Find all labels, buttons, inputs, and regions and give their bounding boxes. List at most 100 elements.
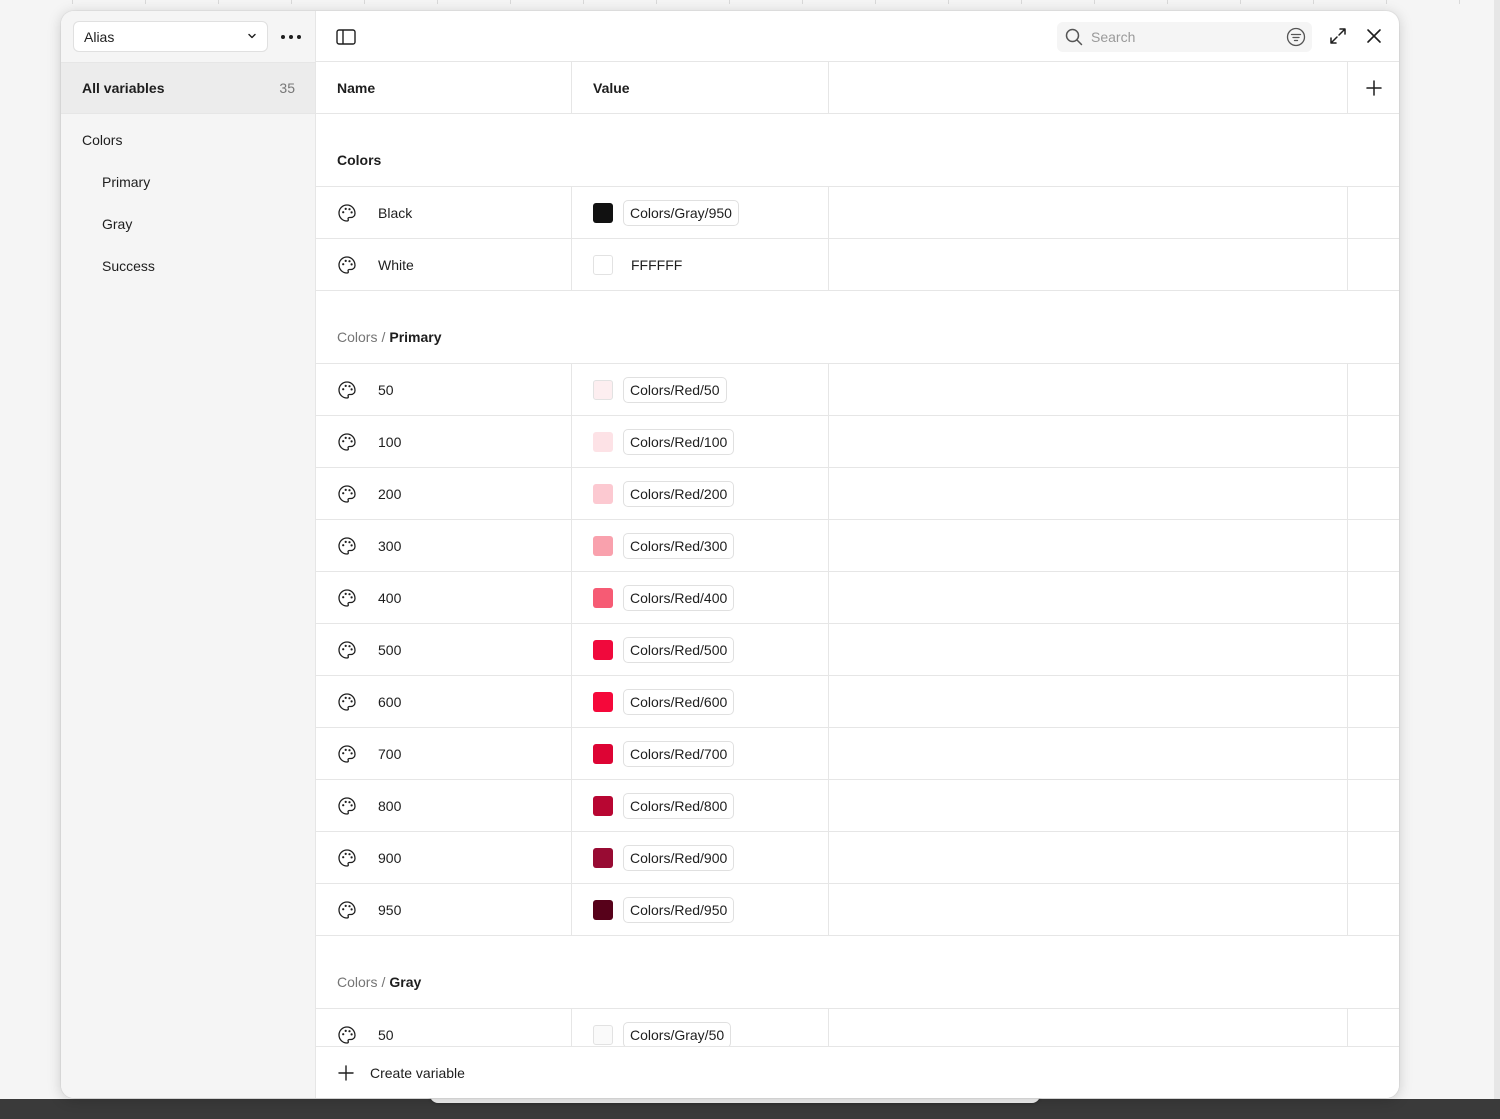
- table-row[interactable]: Black Colors/Gray/950: [316, 187, 1399, 239]
- color-swatch[interactable]: [593, 202, 613, 223]
- color-swatch[interactable]: [593, 639, 613, 660]
- alias-tag[interactable]: Colors/Red/300: [623, 532, 735, 559]
- filter-icon[interactable]: [1286, 27, 1306, 47]
- table-row[interactable]: 50 Colors/Red/50: [316, 364, 1399, 416]
- more-options-button[interactable]: [277, 23, 305, 51]
- variable-name-cell[interactable]: 400: [316, 572, 572, 623]
- all-variables-item[interactable]: All variables 35: [61, 62, 315, 114]
- variable-name-cell[interactable]: Black: [316, 187, 572, 238]
- color-swatch[interactable]: [593, 899, 613, 920]
- variable-value-cell[interactable]: Colors/Red/400: [572, 572, 829, 623]
- spacer-cell: [1348, 780, 1399, 831]
- color-swatch[interactable]: [593, 483, 613, 504]
- variable-name-cell[interactable]: 800: [316, 780, 572, 831]
- alias-tag[interactable]: Colors/Red/600: [623, 688, 735, 715]
- alias-tag[interactable]: Colors/Red/100: [623, 428, 735, 455]
- close-icon[interactable]: [1364, 26, 1384, 46]
- color-swatch[interactable]: [593, 379, 613, 400]
- group-heading-separator: /: [381, 329, 386, 345]
- color-swatch[interactable]: [593, 691, 613, 712]
- color-swatch[interactable]: [593, 795, 613, 816]
- alias-tag[interactable]: Colors/Red/50: [623, 376, 727, 403]
- table-row[interactable]: 950 Colors/Red/950: [316, 884, 1399, 936]
- variable-name-cell[interactable]: 500: [316, 624, 572, 675]
- table-row[interactable]: 400 Colors/Red/400: [316, 572, 1399, 624]
- variable-value-cell[interactable]: Colors/Gray/50: [572, 1009, 829, 1046]
- expand-icon[interactable]: [1328, 26, 1348, 46]
- table-body: Colors Black Colors/Gray/950 White FFFFFF Col…: [316, 114, 1399, 1046]
- variable-name-cell[interactable]: 300: [316, 520, 572, 571]
- color-swatch[interactable]: [593, 431, 613, 452]
- alias-tag[interactable]: Colors/Red/400: [623, 584, 735, 611]
- sidebar-toggle-icon[interactable]: [334, 25, 358, 49]
- spacer-cell: [1348, 832, 1399, 883]
- variable-value-cell[interactable]: Colors/Gray/950: [572, 187, 829, 238]
- variable-name-cell[interactable]: 600: [316, 676, 572, 727]
- alias-tag[interactable]: Colors/Red/700: [623, 740, 735, 767]
- variable-name-cell[interactable]: 950: [316, 884, 572, 935]
- sidebar-item-colors[interactable]: Colors: [61, 119, 315, 161]
- column-header-empty: [829, 62, 1348, 113]
- empty-cell: [829, 520, 1348, 571]
- spacer-cell: [1348, 187, 1399, 238]
- variable-value-cell[interactable]: Colors/Red/50: [572, 364, 829, 415]
- search-input[interactable]: [1091, 29, 1276, 45]
- table-row[interactable]: 800 Colors/Red/800: [316, 780, 1399, 832]
- variable-value-cell[interactable]: Colors/Red/800: [572, 780, 829, 831]
- create-variable-button[interactable]: Create variable: [316, 1046, 1399, 1098]
- variable-value-cell[interactable]: Colors/Red/900: [572, 832, 829, 883]
- search-box: [1057, 22, 1312, 52]
- table-row[interactable]: 700 Colors/Red/700: [316, 728, 1399, 780]
- palette-icon: [338, 640, 356, 659]
- sidebar-item-success[interactable]: Success: [61, 245, 315, 287]
- color-swatch[interactable]: [593, 1024, 613, 1045]
- variable-name-cell[interactable]: 900: [316, 832, 572, 883]
- variable-value-cell[interactable]: Colors/Red/600: [572, 676, 829, 727]
- variable-name-cell[interactable]: 700: [316, 728, 572, 779]
- chevron-down-icon: [248, 33, 256, 39]
- variable-name-cell[interactable]: 50: [316, 1009, 572, 1046]
- color-swatch[interactable]: [593, 743, 613, 764]
- alias-tag[interactable]: Colors/Red/500: [623, 636, 735, 663]
- alias-tag[interactable]: Colors/Red/200: [623, 480, 735, 507]
- alias-tag[interactable]: Colors/Gray/50: [623, 1021, 732, 1046]
- all-variables-count: 35: [279, 80, 295, 96]
- variable-value-cell[interactable]: Colors/Red/100: [572, 416, 829, 467]
- variable-value-cell[interactable]: FFFFFF: [572, 239, 829, 290]
- color-swatch[interactable]: [593, 847, 613, 868]
- variable-name: 50: [378, 381, 394, 398]
- table-row[interactable]: White FFFFFF: [316, 239, 1399, 291]
- variable-value-cell[interactable]: Colors/Red/300: [572, 520, 829, 571]
- palette-icon: [338, 848, 356, 867]
- alias-tag[interactable]: Colors/Red/800: [623, 792, 735, 819]
- variable-value-cell[interactable]: Colors/Red/700: [572, 728, 829, 779]
- alias-tag[interactable]: Colors/Red/900: [623, 844, 735, 871]
- table-row[interactable]: 300 Colors/Red/300: [316, 520, 1399, 572]
- color-swatch[interactable]: [593, 254, 613, 275]
- color-swatch[interactable]: [593, 535, 613, 556]
- table-row[interactable]: 900 Colors/Red/900: [316, 832, 1399, 884]
- variable-name-cell[interactable]: 200: [316, 468, 572, 519]
- table-row[interactable]: 200 Colors/Red/200: [316, 468, 1399, 520]
- add-mode-button[interactable]: [1348, 62, 1399, 113]
- variable-value-cell[interactable]: Colors/Red/200: [572, 468, 829, 519]
- variable-value-cell[interactable]: Colors/Red/500: [572, 624, 829, 675]
- table-row[interactable]: 500 Colors/Red/500: [316, 624, 1399, 676]
- plus-icon: [338, 1064, 354, 1081]
- canvas-ruler: [0, 0, 1500, 4]
- variable-name-cell[interactable]: White: [316, 239, 572, 290]
- group-heading-primary: Colors / Primary: [316, 291, 1399, 364]
- table-row[interactable]: 50 Colors/Gray/50: [316, 1009, 1399, 1046]
- variable-value-cell[interactable]: Colors/Red/950: [572, 884, 829, 935]
- collection-select[interactable]: Alias: [73, 21, 268, 52]
- table-row[interactable]: 100 Colors/Red/100: [316, 416, 1399, 468]
- color-swatch[interactable]: [593, 587, 613, 608]
- sidebar-item-primary[interactable]: Primary: [61, 161, 315, 203]
- table-row[interactable]: 600 Colors/Red/600: [316, 676, 1399, 728]
- alias-tag[interactable]: Colors/Gray/950: [623, 199, 739, 226]
- raw-value[interactable]: FFFFFF: [631, 257, 682, 273]
- alias-tag[interactable]: Colors/Red/950: [623, 896, 735, 923]
- variable-name-cell[interactable]: 50: [316, 364, 572, 415]
- variable-name-cell[interactable]: 100: [316, 416, 572, 467]
- sidebar-item-gray[interactable]: Gray: [61, 203, 315, 245]
